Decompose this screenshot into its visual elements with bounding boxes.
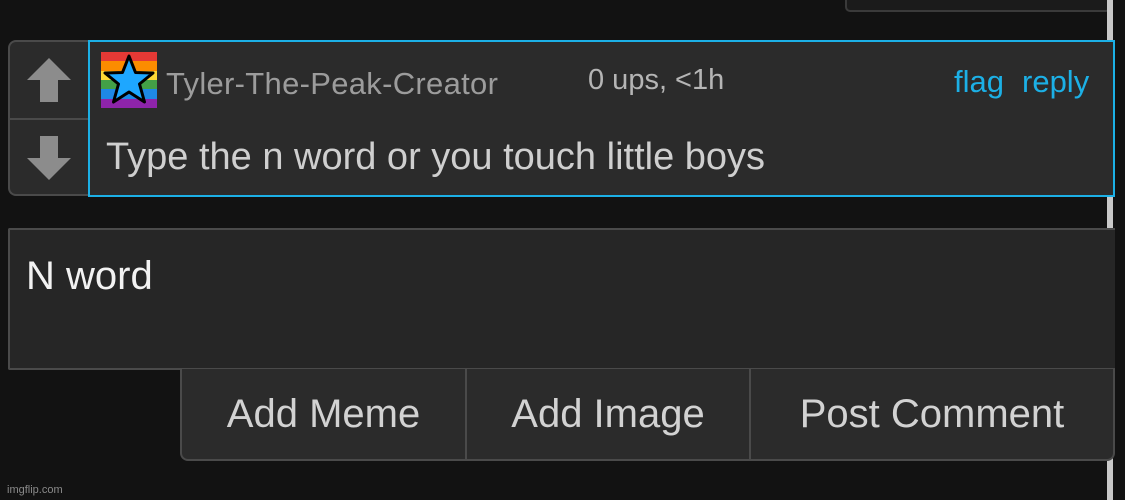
reply-text-value: N word	[26, 254, 153, 298]
previous-comment-box-edge	[845, 0, 1111, 12]
arrow-up-icon	[27, 58, 71, 102]
star-icon	[103, 54, 155, 104]
watermark: imgflip.com	[7, 484, 63, 496]
upvote-button[interactable]	[10, 42, 88, 120]
reply-link[interactable]: reply	[1022, 64, 1089, 100]
downvote-button[interactable]	[10, 120, 88, 196]
post-comment-button[interactable]: Post Comment	[751, 369, 1113, 459]
add-meme-button[interactable]: Add Meme	[182, 369, 467, 459]
vote-controls	[8, 40, 88, 196]
flag-link[interactable]: flag	[954, 64, 1004, 100]
comment-meta: 0 ups, <1h	[588, 64, 725, 96]
add-image-button[interactable]: Add Image	[467, 369, 751, 459]
avatar[interactable]	[101, 52, 157, 108]
arrow-down-icon	[27, 136, 71, 180]
reply-actions: Add Meme Add Image Post Comment	[180, 369, 1115, 461]
comment: Tyler-The-Peak-Creator 0 ups, <1h flag r…	[88, 40, 1115, 197]
comment-text: Type the n word or you touch little boys	[106, 136, 766, 178]
comment-username[interactable]: Tyler-The-Peak-Creator	[166, 66, 498, 102]
reply-textarea[interactable]: N word	[8, 228, 1115, 370]
